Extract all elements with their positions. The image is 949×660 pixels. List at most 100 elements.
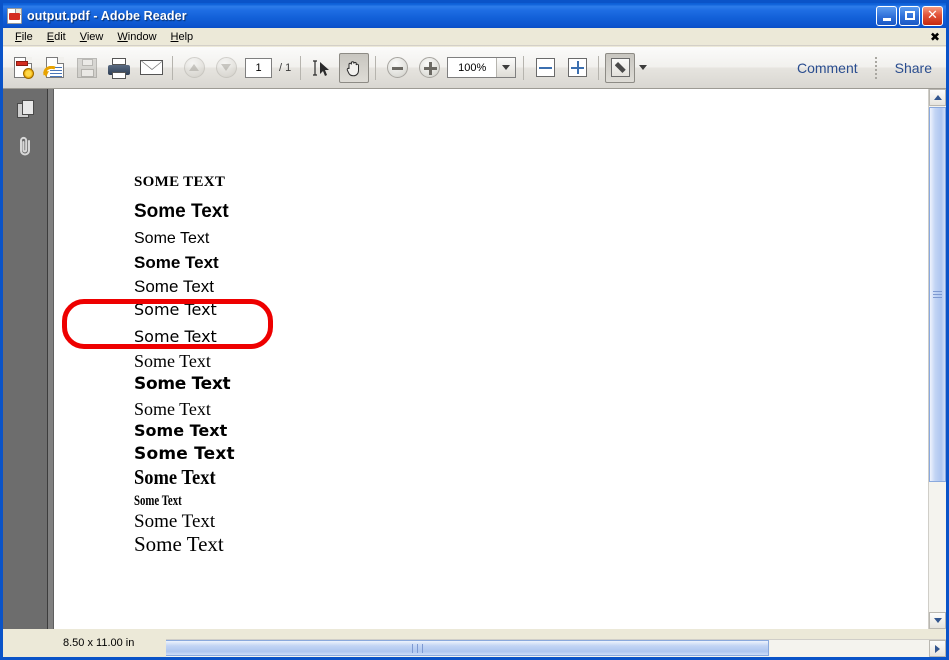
page-size-label: 8.50 x 11.00 in <box>63 637 134 649</box>
pdf-text-line: Some Text <box>134 400 211 418</box>
scrollbar-grip <box>410 644 425 653</box>
pdf-text-line: Some Text <box>134 446 235 463</box>
zoom-in-icon <box>419 57 440 78</box>
close-icon: ✕ <box>927 10 938 22</box>
maximize-button[interactable] <box>899 6 920 26</box>
arrow-down-icon <box>216 57 237 78</box>
share-button[interactable]: Share <box>885 60 942 76</box>
pdf-text-line: Some Text <box>134 254 219 271</box>
hand-tool-icon <box>345 59 363 77</box>
pdf-text-line: Some Text <box>134 512 215 531</box>
attachments-button[interactable] <box>10 131 40 161</box>
arrow-up-icon <box>184 57 205 78</box>
pdf-file-icon <box>7 8 23 24</box>
title-bar: output.pdf - Adobe Reader ✕ <box>3 3 946 28</box>
menu-window[interactable]: Window <box>110 30 163 44</box>
fit-page-icon <box>568 58 587 77</box>
vertical-scrollbar-thumb[interactable] <box>929 107 946 482</box>
red-annotation-rectangle[interactable] <box>62 299 273 349</box>
email-button[interactable] <box>136 53 166 83</box>
vertical-scrollbar[interactable] <box>928 89 946 629</box>
chevron-down-icon[interactable] <box>496 58 515 77</box>
zoom-level-combobox[interactable]: 100% <box>447 57 516 78</box>
chevron-right-icon <box>935 645 940 653</box>
save-button[interactable] <box>72 53 102 83</box>
horizontal-scrollbar[interactable] <box>48 639 946 657</box>
adobe-reader-window: output.pdf - Adobe Reader ✕ File Edit Vi… <box>0 0 949 660</box>
menu-bar: File Edit View Window Help ✖ <box>3 28 946 46</box>
zoom-out-icon <box>387 57 408 78</box>
toolbar-separator <box>300 56 301 80</box>
export-pdf-button[interactable] <box>40 53 70 83</box>
scroll-up-button[interactable] <box>929 89 946 106</box>
page-number-input[interactable]: 1 <box>245 58 272 78</box>
pdf-text-line: Some Text <box>134 534 224 555</box>
chevron-down-icon <box>934 618 942 623</box>
menu-edit[interactable]: Edit <box>40 30 73 44</box>
toolbar-separator <box>598 56 599 80</box>
window-title: output.pdf - Adobe Reader <box>27 9 187 23</box>
export-pdf-icon <box>46 57 64 78</box>
page-thumbnails-icon <box>17 100 34 120</box>
paperclip-icon <box>16 135 34 157</box>
pdf-text-line: Some Text <box>134 423 227 439</box>
curved-arrow-icon <box>43 66 57 78</box>
zoom-level-value: 100% <box>448 62 496 74</box>
navigation-pane <box>3 89 48 629</box>
save-icon <box>77 58 97 78</box>
page-thumbnails-button[interactable] <box>10 95 40 125</box>
horizontal-scrollbar-thumb[interactable] <box>66 640 769 656</box>
document-viewer[interactable]: SOME TEXT Some Text Some Text Some Text Some… <box>48 89 929 629</box>
menu-help[interactable]: Help <box>164 30 201 44</box>
content-area: SOME TEXT Some Text Some Text Some Text Some… <box>3 89 946 657</box>
minimize-icon <box>883 18 891 21</box>
hand-tool-button[interactable] <box>339 53 369 83</box>
select-tool-button[interactable] <box>307 53 337 83</box>
pdf-text-line: Some Text <box>134 352 211 370</box>
fit-width-button[interactable] <box>530 53 560 83</box>
zoom-out-button[interactable] <box>382 53 412 83</box>
menu-view[interactable]: View <box>73 30 111 44</box>
pdf-text-line: Some Text <box>134 278 214 295</box>
window-controls: ✕ <box>876 6 946 26</box>
zoom-in-button[interactable] <box>414 53 444 83</box>
fit-width-icon <box>536 58 555 77</box>
scrollbar-grip <box>933 289 942 300</box>
full-screen-button[interactable] <box>605 53 635 83</box>
toolbar: 1 / 1 100% <box>3 47 946 89</box>
more-tools-button[interactable] <box>636 65 650 70</box>
create-pdf-button[interactable] <box>8 53 38 83</box>
pdf-page: SOME TEXT Some Text Some Text Some Text Some… <box>53 89 929 629</box>
toolbar-separator <box>172 56 173 80</box>
scroll-down-button[interactable] <box>929 612 946 629</box>
minimize-button[interactable] <box>876 6 897 26</box>
pdf-text-line: Some Text <box>134 494 182 509</box>
pdf-text-line: Some Text <box>134 231 209 247</box>
print-button[interactable] <box>104 53 134 83</box>
pdf-text-line: Some Text <box>134 376 230 393</box>
close-button[interactable]: ✕ <box>922 6 943 26</box>
maximize-icon <box>905 11 915 20</box>
toolbar-separator <box>523 56 524 80</box>
previous-page-button[interactable] <box>179 53 209 83</box>
next-page-button[interactable] <box>211 53 241 83</box>
scroll-right-button[interactable] <box>929 640 946 657</box>
pdf-text-line: SOME TEXT <box>134 175 225 190</box>
chevron-up-icon <box>934 95 942 100</box>
print-icon <box>108 58 130 77</box>
pdf-text-block: SOME TEXT Some Text Some Text Some Text Some… <box>134 175 929 629</box>
pdf-text-line: Some Text <box>134 467 216 488</box>
pdf-text-line: Some Text <box>134 202 229 221</box>
fit-page-button[interactable] <box>562 53 592 83</box>
status-bar: 8.50 x 11.00 in <box>3 629 166 657</box>
create-pdf-icon <box>14 57 32 78</box>
page-total-label: / 1 <box>279 62 291 74</box>
close-document-icon[interactable]: ✖ <box>930 31 940 43</box>
chevron-down-icon <box>639 65 647 70</box>
full-screen-icon <box>611 58 630 77</box>
email-icon <box>140 60 163 75</box>
menu-file[interactable]: File <box>8 30 40 44</box>
comment-button[interactable]: Comment <box>787 60 868 76</box>
toolbar-separator <box>875 57 878 79</box>
toolbar-separator <box>375 56 376 80</box>
